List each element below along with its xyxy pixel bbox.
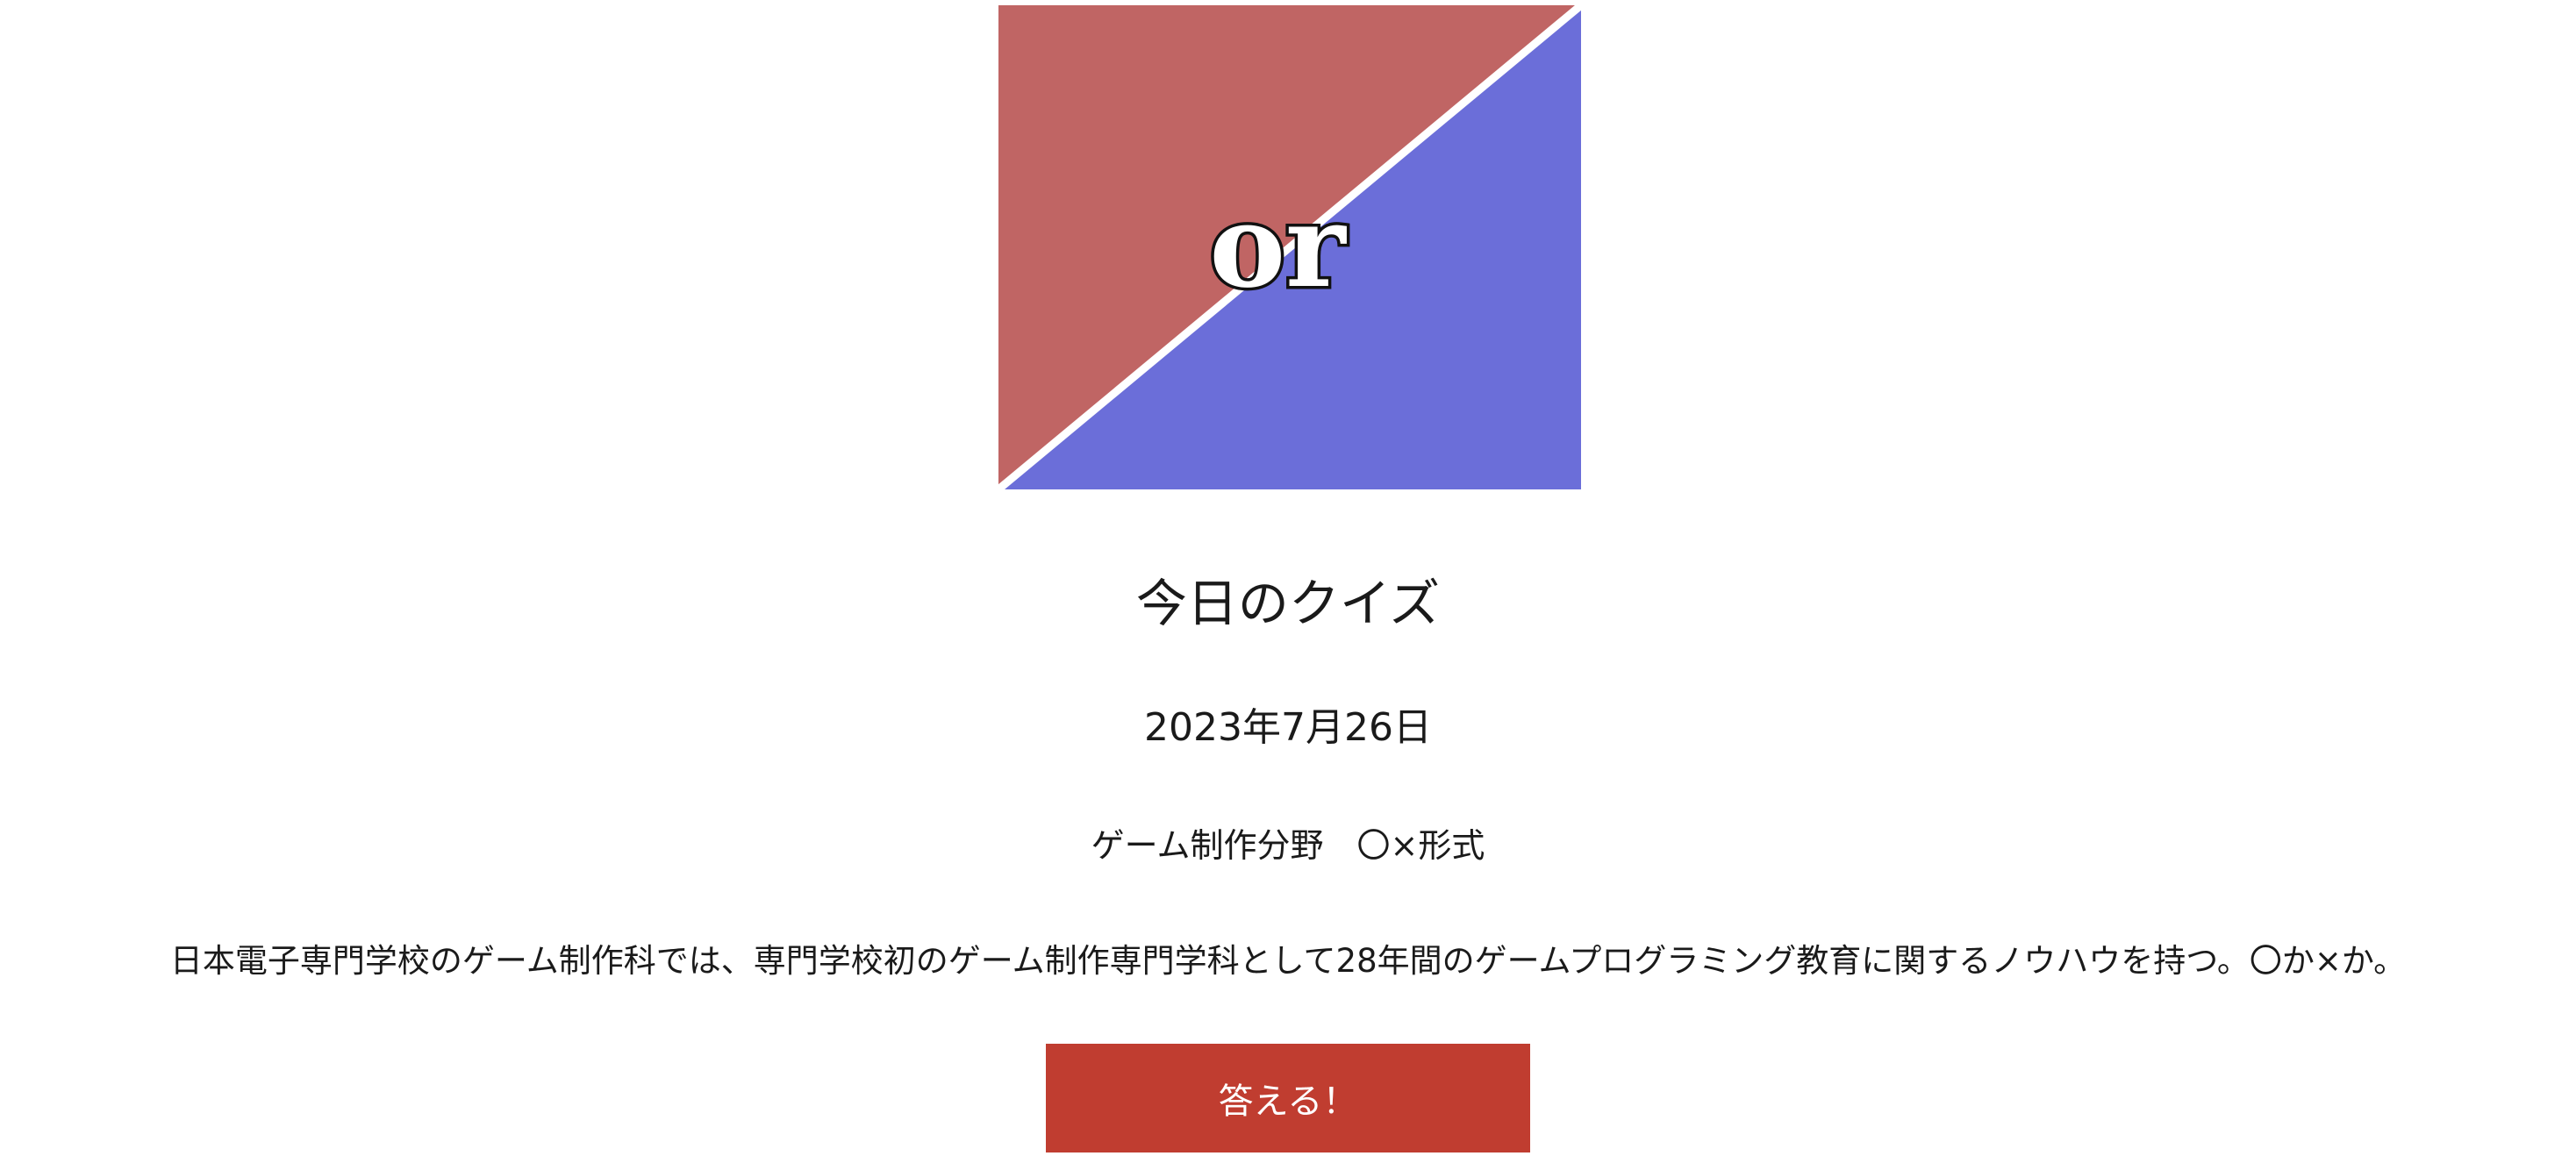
quiz-question: 日本電子専門学校のゲーム制作科では、専門学校初のゲーム制作専門学科として28年間… (169, 942, 2407, 980)
quiz-title: 今日のクイズ (1135, 574, 1441, 633)
banner-or-text: or (1209, 179, 1347, 313)
answer-button-label: 答える！ (1218, 1081, 1358, 1122)
or-banner-image: or (998, 5, 1581, 489)
answer-button[interactable]: 答える！ (1046, 1044, 1530, 1152)
quiz-category: ゲーム制作分野 〇×形式 (1091, 826, 1485, 865)
or-banner-graphic: or (998, 5, 1581, 489)
quiz-page: or 今日のクイズ 2023年7月26日 ゲーム制作分野 〇×形式 日本電子専門… (0, 0, 2576, 1156)
quiz-date: 2023年7月26日 (1144, 705, 1432, 750)
